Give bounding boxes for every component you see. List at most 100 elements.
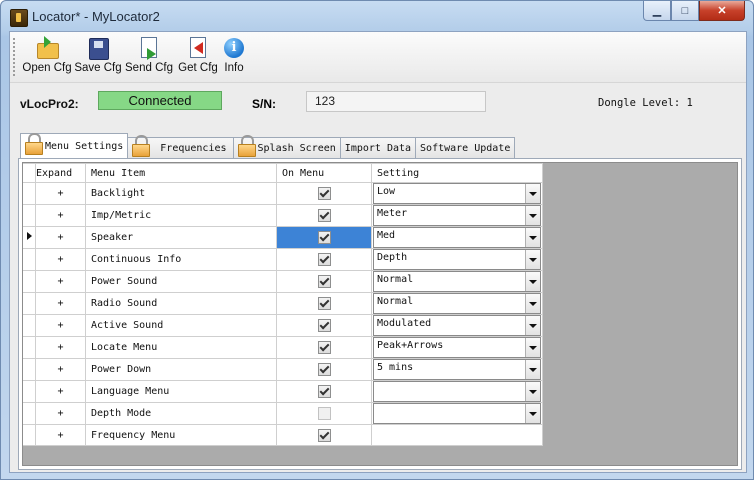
setting-dropdown[interactable]: Modulated	[373, 315, 541, 336]
row-header[interactable]	[23, 182, 36, 205]
tab-menu-settings[interactable]: Menu Settings	[20, 133, 129, 158]
chevron-down-icon[interactable]	[525, 184, 540, 203]
serial-number-field[interactable]: 123	[306, 91, 486, 112]
chevron-down-icon[interactable]	[525, 250, 540, 269]
save-cfg-button[interactable]: Save Cfg	[74, 36, 122, 80]
on-menu-cell	[276, 270, 372, 293]
info-button[interactable]: i Info	[221, 36, 247, 80]
row-header[interactable]	[23, 292, 36, 315]
table-row[interactable]: + Speaker Med	[23, 226, 543, 249]
on-menu-checkbox[interactable]	[317, 407, 331, 420]
setting-dropdown[interactable]: Normal	[373, 271, 541, 292]
row-header[interactable]	[23, 336, 36, 359]
expand-toggle[interactable]: +	[35, 248, 86, 271]
row-header[interactable]	[23, 402, 36, 425]
setting-dropdown[interactable]: Depth	[373, 249, 541, 270]
chevron-down-icon[interactable]	[525, 382, 540, 401]
expand-toggle[interactable]: +	[35, 270, 86, 293]
tab-frequencies[interactable]: Frequencies	[127, 135, 234, 158]
table-row[interactable]: + Power Down 5 mins	[23, 358, 543, 381]
setting-dropdown[interactable]	[373, 403, 541, 424]
send-cfg-button[interactable]: Send Cfg	[124, 36, 174, 80]
get-cfg-button[interactable]: Get Cfg	[176, 36, 220, 80]
lock-icon	[132, 135, 151, 157]
setting-dropdown[interactable]: Low	[373, 183, 541, 204]
table-row[interactable]: + Imp/Metric Meter	[23, 204, 543, 227]
chevron-down-icon[interactable]	[525, 360, 540, 379]
on-menu-checkbox[interactable]	[317, 231, 331, 244]
row-header[interactable]	[23, 358, 36, 381]
row-header[interactable]	[23, 270, 36, 293]
open-cfg-button[interactable]: Open Cfg	[22, 36, 72, 80]
menu-item-cell: Locate Menu	[85, 336, 277, 359]
chevron-down-icon[interactable]	[525, 404, 540, 423]
menu-settings-grid: Expand Menu Item On Menu Setting + Backli…	[23, 163, 543, 446]
on-menu-checkbox[interactable]	[317, 428, 331, 442]
minimize-button[interactable]: ▁	[643, 1, 671, 21]
table-row[interactable]: + Language Menu	[23, 380, 543, 403]
chevron-down-icon[interactable]	[525, 316, 540, 335]
chevron-down-icon[interactable]	[525, 228, 540, 247]
window-controls: ▁ □ ✕	[643, 1, 745, 21]
on-menu-checkbox[interactable]	[317, 187, 331, 200]
chevron-down-icon[interactable]	[525, 272, 540, 291]
setting-dropdown[interactable]: 5 mins	[373, 359, 541, 380]
tab-software-update[interactable]: Software Update	[415, 137, 516, 158]
title-bar[interactable]: Locator* - MyLocator2 ▁ □ ✕	[1, 1, 753, 31]
chevron-down-icon[interactable]	[525, 294, 540, 313]
expand-toggle[interactable]: +	[35, 424, 86, 446]
column-header-on-menu[interactable]: On Menu	[276, 163, 372, 183]
table-row[interactable]: + Depth Mode	[23, 402, 543, 425]
expand-toggle[interactable]: +	[35, 204, 86, 227]
on-menu-checkbox[interactable]	[317, 319, 331, 332]
expand-toggle[interactable]: +	[35, 402, 86, 425]
maximize-button[interactable]: □	[671, 1, 699, 21]
menu-item-cell: Language Menu	[85, 380, 277, 403]
current-row-indicator-icon	[26, 232, 32, 240]
table-row[interactable]: + Active Sound Modulated	[23, 314, 543, 337]
chevron-down-icon[interactable]	[525, 338, 540, 357]
expand-toggle[interactable]: +	[35, 314, 86, 337]
toolbar-grip[interactable]	[13, 38, 15, 76]
on-menu-checkbox[interactable]	[317, 385, 331, 398]
row-header[interactable]	[23, 226, 36, 249]
on-menu-checkbox[interactable]	[317, 253, 331, 266]
setting-dropdown[interactable]	[373, 381, 541, 402]
close-button[interactable]: ✕	[699, 1, 745, 21]
on-menu-checkbox[interactable]	[317, 297, 331, 310]
window-title: Locator* - MyLocator2	[32, 9, 160, 24]
table-row[interactable]: + Radio Sound Normal	[23, 292, 543, 315]
on-menu-checkbox[interactable]	[317, 341, 331, 354]
setting-dropdown[interactable]: Peak+Arrows	[373, 337, 541, 358]
expand-toggle[interactable]: +	[35, 336, 86, 359]
setting-cell: Depth	[371, 248, 543, 271]
row-header[interactable]	[23, 424, 36, 446]
row-header[interactable]	[23, 204, 36, 227]
chevron-down-icon[interactable]	[525, 206, 540, 225]
row-header[interactable]	[23, 314, 36, 337]
setting-dropdown[interactable]: Meter	[373, 205, 541, 226]
tab-splash-screen[interactable]: Splash Screen	[232, 135, 341, 158]
close-icon: ✕	[717, 5, 727, 17]
expand-toggle[interactable]: +	[35, 358, 86, 381]
setting-dropdown[interactable]: Normal	[373, 293, 541, 314]
table-row[interactable]: + Backlight Low	[23, 182, 543, 205]
on-menu-checkbox[interactable]	[317, 363, 331, 376]
table-row[interactable]: + Power Sound Normal	[23, 270, 543, 293]
expand-toggle[interactable]: +	[35, 380, 86, 403]
expand-toggle[interactable]: +	[35, 182, 86, 205]
table-row[interactable]: + Locate Menu Peak+Arrows	[23, 336, 543, 359]
table-row[interactable]: + Continuous Info Depth	[23, 248, 543, 271]
expand-toggle[interactable]: +	[35, 226, 86, 249]
on-menu-checkbox[interactable]	[317, 209, 331, 222]
column-header-expand[interactable]: Expand	[35, 163, 86, 183]
row-header[interactable]	[23, 248, 36, 271]
column-header-menu-item[interactable]: Menu Item	[85, 163, 277, 183]
row-header[interactable]	[23, 380, 36, 403]
table-row[interactable]: + Frequency Menu	[23, 424, 543, 446]
on-menu-checkbox[interactable]	[317, 275, 331, 288]
tab-import-data[interactable]: Import Data	[339, 137, 417, 158]
setting-dropdown[interactable]: Med	[373, 227, 541, 248]
expand-toggle[interactable]: +	[35, 292, 86, 315]
column-header-setting[interactable]: Setting	[371, 163, 543, 183]
